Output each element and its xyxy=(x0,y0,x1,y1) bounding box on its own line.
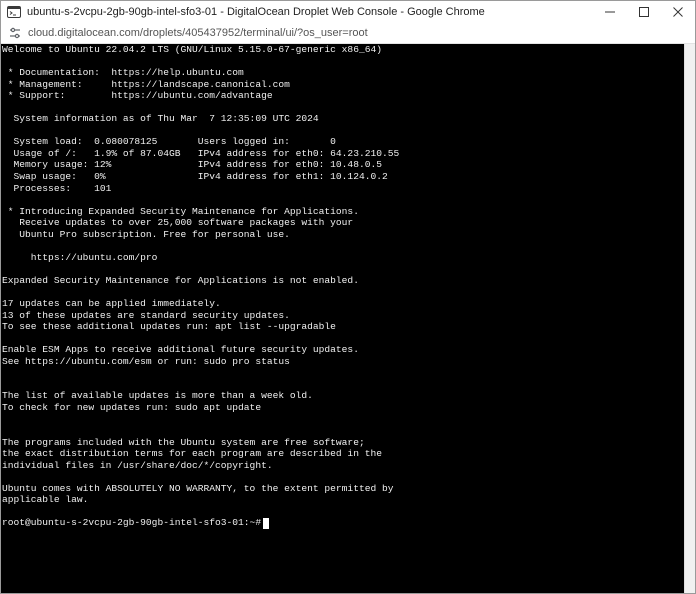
terminal-line: System load: 0.080078125 Users logged in… xyxy=(2,136,336,148)
terminal-line: Usage of /: 1.9% of 87.04GB IPv4 address… xyxy=(2,147,400,159)
terminal-line: the exact distribution terms for each pr… xyxy=(2,448,382,460)
close-button[interactable] xyxy=(661,1,695,23)
minimize-button[interactable] xyxy=(593,1,627,23)
window-controls xyxy=(593,1,695,23)
terminal-line: * Documentation: https://help.ubuntu.com xyxy=(2,67,244,79)
terminal-output: Welcome to Ubuntu 22.04.2 LTS (GNU/Linux… xyxy=(1,44,684,517)
terminal-line: Ubuntu comes with ABSOLUTELY NO WARRANTY… xyxy=(2,482,394,494)
terminal-line: Enable ESM Apps to receive additional fu… xyxy=(2,344,359,356)
terminal-cursor xyxy=(263,517,270,529)
terminal-prompt: root@ubuntu-s-2vcpu-2gb-90gb-intel-sfo3-… xyxy=(2,517,262,529)
terminal-line: * Support: https://ubuntu.com/advantage xyxy=(2,90,273,102)
terminal-line: The programs included with the Ubuntu sy… xyxy=(2,436,365,448)
title-bar[interactable]: ubuntu-s-2vcpu-2gb-90gb-intel-sfo3-01 - … xyxy=(1,1,695,23)
maximize-button[interactable] xyxy=(627,1,661,23)
terminal-line: Swap usage: 0% IPv4 address for eth1: 10… xyxy=(2,171,388,183)
terminal-line: To check for new updates run: sudo apt u… xyxy=(2,401,262,413)
terminal-line: Processes: 101 xyxy=(2,182,112,194)
terminal-app-icon xyxy=(7,6,21,18)
terminal-line: individual files in /usr/share/doc/*/cop… xyxy=(2,459,273,471)
terminal-line: https://ubuntu.com/pro xyxy=(2,251,158,263)
address-bar[interactable]: cloud.digitalocean.com/droplets/40543795… xyxy=(1,23,695,44)
site-info-icon[interactable] xyxy=(8,26,22,40)
url-text[interactable]: cloud.digitalocean.com/droplets/40543795… xyxy=(28,27,368,39)
terminal-line: Memory usage: 12% IPv4 address for eth0:… xyxy=(2,159,382,171)
close-icon xyxy=(673,7,683,17)
terminal-line: * Introducing Expanded Security Maintena… xyxy=(2,205,359,217)
terminal-console[interactable]: Welcome to Ubuntu 22.04.2 LTS (GNU/Linux… xyxy=(1,44,684,593)
terminal-line: * Management: https://landscape.canonica… xyxy=(2,78,290,90)
terminal-line: 17 updates can be applied immediately. xyxy=(2,298,221,310)
terminal-line: Expanded Security Maintenance for Applic… xyxy=(2,274,359,286)
terminal-line: 13 of these updates are standard securit… xyxy=(2,309,290,321)
terminal-scrollbar[interactable] xyxy=(684,44,695,593)
terminal-line: To see these additional updates run: apt… xyxy=(2,321,336,333)
terminal-prompt-line[interactable]: root@ubuntu-s-2vcpu-2gb-90gb-intel-sfo3-… xyxy=(1,517,684,529)
terminal-line: applicable law. xyxy=(2,494,89,506)
terminal-line: Receive updates to over 25,000 software … xyxy=(2,217,354,229)
terminal-line: The list of available updates is more th… xyxy=(2,390,313,402)
terminal-line: Ubuntu Pro subscription. Free for person… xyxy=(2,228,290,240)
terminal-line: See https://ubuntu.com/esm or run: sudo … xyxy=(2,355,290,367)
terminal-line: Welcome to Ubuntu 22.04.2 LTS (GNU/Linux… xyxy=(2,44,382,55)
maximize-icon xyxy=(639,7,649,17)
minimize-icon xyxy=(605,11,615,13)
browser-window: ubuntu-s-2vcpu-2gb-90gb-intel-sfo3-01 - … xyxy=(0,0,696,594)
window-title: ubuntu-s-2vcpu-2gb-90gb-intel-sfo3-01 - … xyxy=(27,6,485,18)
terminal-line: System information as of Thu Mar 7 12:35… xyxy=(2,113,319,125)
